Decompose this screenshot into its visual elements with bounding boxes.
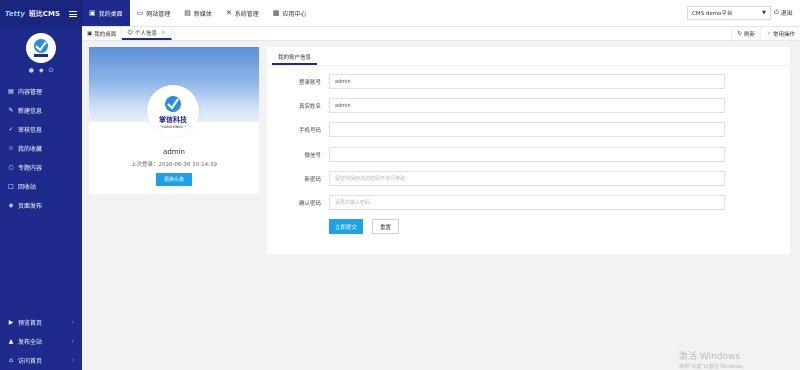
user-actions: ● ◆ ⏻ — [0, 67, 82, 75]
windows-activation-watermark: 激活 Windows 转到"设置"以激活 Windows。 — [679, 352, 748, 370]
home-icon: ⌂ — [9, 357, 13, 364]
desktop-icon: ▣ — [89, 9, 96, 17]
user-icon[interactable]: ● — [29, 67, 34, 75]
publish-icon: ◈ — [8, 202, 14, 209]
menu-toggle-icon[interactable] — [69, 10, 77, 17]
field-label: 微信号 — [304, 152, 321, 159]
edit-icon: ✎ — [8, 107, 14, 114]
sidebar-item-review[interactable]: ✓ 审核信息 — [0, 120, 82, 139]
real-name-field[interactable]: admin — [329, 98, 725, 113]
topic-icon: ○ — [8, 164, 14, 171]
topnav-site[interactable]: ▭ 网站管理 — [130, 0, 178, 26]
power-icon[interactable]: ⏻ — [49, 67, 54, 75]
sidebar: Tetty 班比CMS ● ◆ ⏻ ▤ 内容管理 ✎ 新建信息 ✓ 审核信息 ☆ 我的收… — [0, 0, 82, 370]
profile-card: 掌信科技 "HANGXINKE." admin 上次登录：2020-06-30 … — [89, 47, 259, 194]
chevron-down-icon: ▼ — [762, 10, 766, 16]
sidebar-item-favorites[interactable]: ☆ 我的收藏 — [0, 139, 82, 158]
sidebar-item-publish[interactable]: ◈ 页面发布 — [0, 196, 82, 215]
desktop-icon: ▣ — [87, 30, 93, 37]
sidebar-item-new[interactable]: ✎ 新建信息 — [0, 101, 82, 120]
app-icon: ▦ — [272, 9, 280, 17]
logo-badge: Tetty — [5, 9, 25, 18]
change-avatar-button[interactable]: 更换头像 — [156, 173, 192, 186]
sidebar-bottom: ▶ 预览首页 › ▲ 发布全站 › ⌂ 访问首页 › — [0, 313, 82, 370]
field-label: 新密码 — [304, 176, 321, 183]
tools-icon: ✕ — [225, 9, 232, 17]
topnav-media[interactable]: ▤ 新媒体 — [177, 0, 219, 26]
form-row: 微信号 — [267, 147, 790, 162]
new-password-field[interactable]: 留空则保持当前密码不进行修改 — [329, 171, 725, 186]
monitor-icon: ▭ — [136, 9, 144, 17]
send-icon: ▲ — [8, 338, 14, 345]
topnav-apps[interactable]: ▦ 应用中心 — [266, 0, 314, 26]
refresh-icon: ↻ — [737, 31, 743, 37]
tab-bar: ▣ 我的桌面 ☺ 个人信息 × ↻ 刷新 ☞ 常用操作 — [82, 27, 800, 41]
preview-icon: ▶ — [8, 319, 14, 326]
chevron-right-icon: › — [71, 357, 74, 364]
topnav-system[interactable]: ✕ 系统管理 — [219, 0, 266, 26]
form-row: 新密码 留空则保持当前密码不进行修改 — [267, 171, 790, 186]
check-circle-icon: ✓ — [8, 126, 14, 133]
field-label: 真实姓名 — [298, 103, 321, 110]
document-icon: ▤ — [8, 88, 14, 95]
logout-button[interactable]: ⏻ 退出 — [774, 8, 793, 18]
top-nav: ▣ 我的桌面 ▭ 网站管理 ▤ 新媒体 ✕ 系统管理 ▦ 应用中心 — [82, 0, 313, 26]
chevron-right-icon: › — [71, 319, 74, 326]
bell-icon[interactable]: ◆ — [39, 67, 44, 75]
star-icon: ☆ — [8, 145, 14, 152]
tab-desktop[interactable]: ▣ 我的桌面 — [82, 27, 123, 40]
reset-button[interactable]: 重置 — [372, 219, 399, 234]
power-icon: ⏻ — [774, 8, 779, 16]
recycle-icon: □ — [8, 183, 14, 190]
topnav-desktop[interactable]: ▣ 我的桌面 — [82, 0, 130, 26]
sidebar-item-topics[interactable]: ○ 专题内容 — [0, 158, 82, 177]
sidebar-item-preview[interactable]: ▶ 预览首页 › — [0, 313, 82, 332]
account-form: 我的账户信息 登录账号 admin 真实姓名 admin 手机号码 微信号 新密… — [267, 47, 790, 254]
brand-logo-icon — [34, 39, 48, 57]
field-label: 确认密码 — [298, 200, 321, 207]
wechat-field[interactable] — [329, 147, 725, 162]
user-icon: ☺ — [127, 29, 133, 36]
brand-logo-icon — [165, 95, 181, 112]
top-bar: ▣ 我的桌面 ▭ 网站管理 ▤ 新媒体 ✕ 系统管理 ▦ 应用中心 CMS demo平台 … — [82, 0, 800, 27]
tab-profile[interactable]: ☺ 个人信息 × — [122, 27, 172, 40]
pointer-icon: ☞ — [766, 31, 771, 37]
company-logo: 掌信科技 "HANGXINKE." — [147, 85, 199, 137]
avatar[interactable] — [26, 33, 56, 63]
field-label: 手机号码 — [298, 127, 321, 134]
chevron-right-icon: › — [71, 338, 74, 345]
app-title: 班比CMS — [28, 9, 61, 18]
sidebar-item-recycle[interactable]: □ 回收站 — [0, 177, 82, 196]
form-row: 登录账号 admin — [267, 74, 790, 89]
login-account-field[interactable]: admin — [329, 74, 725, 89]
form-row: 确认密码 请再次输入密码 — [267, 195, 790, 210]
form-row: 真实姓名 admin — [267, 98, 790, 113]
sidebar-header: Tetty 班比CMS — [0, 0, 82, 27]
submit-button[interactable]: 立即提交 — [329, 219, 363, 234]
last-login: 上次登录：2020-06-30 20:14:39 — [131, 162, 217, 168]
tab-account-info[interactable]: 我的账户信息 — [272, 50, 318, 65]
sidebar-item-home[interactable]: ⌂ 访问首页 › — [0, 351, 82, 370]
sidebar-item-publish-site[interactable]: ▲ 发布全站 › — [0, 332, 82, 351]
form-row: 手机号码 — [267, 122, 790, 137]
site-select[interactable]: CMS demo平台 ▼ — [687, 6, 771, 20]
field-label: 登录账号 — [298, 79, 321, 86]
sidebar-item-content[interactable]: ▤ 内容管理 — [0, 82, 82, 101]
sidebar-menu: ▤ 内容管理 ✎ 新建信息 ✓ 审核信息 ☆ 我的收藏 ○ 专题内容 □ 回收站 ◈ 页面发布 — [0, 82, 82, 215]
confirm-password-field[interactable]: 请再次输入密码 — [329, 195, 725, 210]
phone-field[interactable] — [329, 122, 725, 137]
common-ops-button[interactable]: ☞ 常用操作 — [760, 27, 800, 41]
refresh-button[interactable]: ↻ 刷新 — [731, 27, 760, 41]
close-icon[interactable]: × — [161, 30, 166, 36]
media-icon: ▤ — [184, 9, 191, 17]
profile-name: admin — [163, 148, 185, 156]
